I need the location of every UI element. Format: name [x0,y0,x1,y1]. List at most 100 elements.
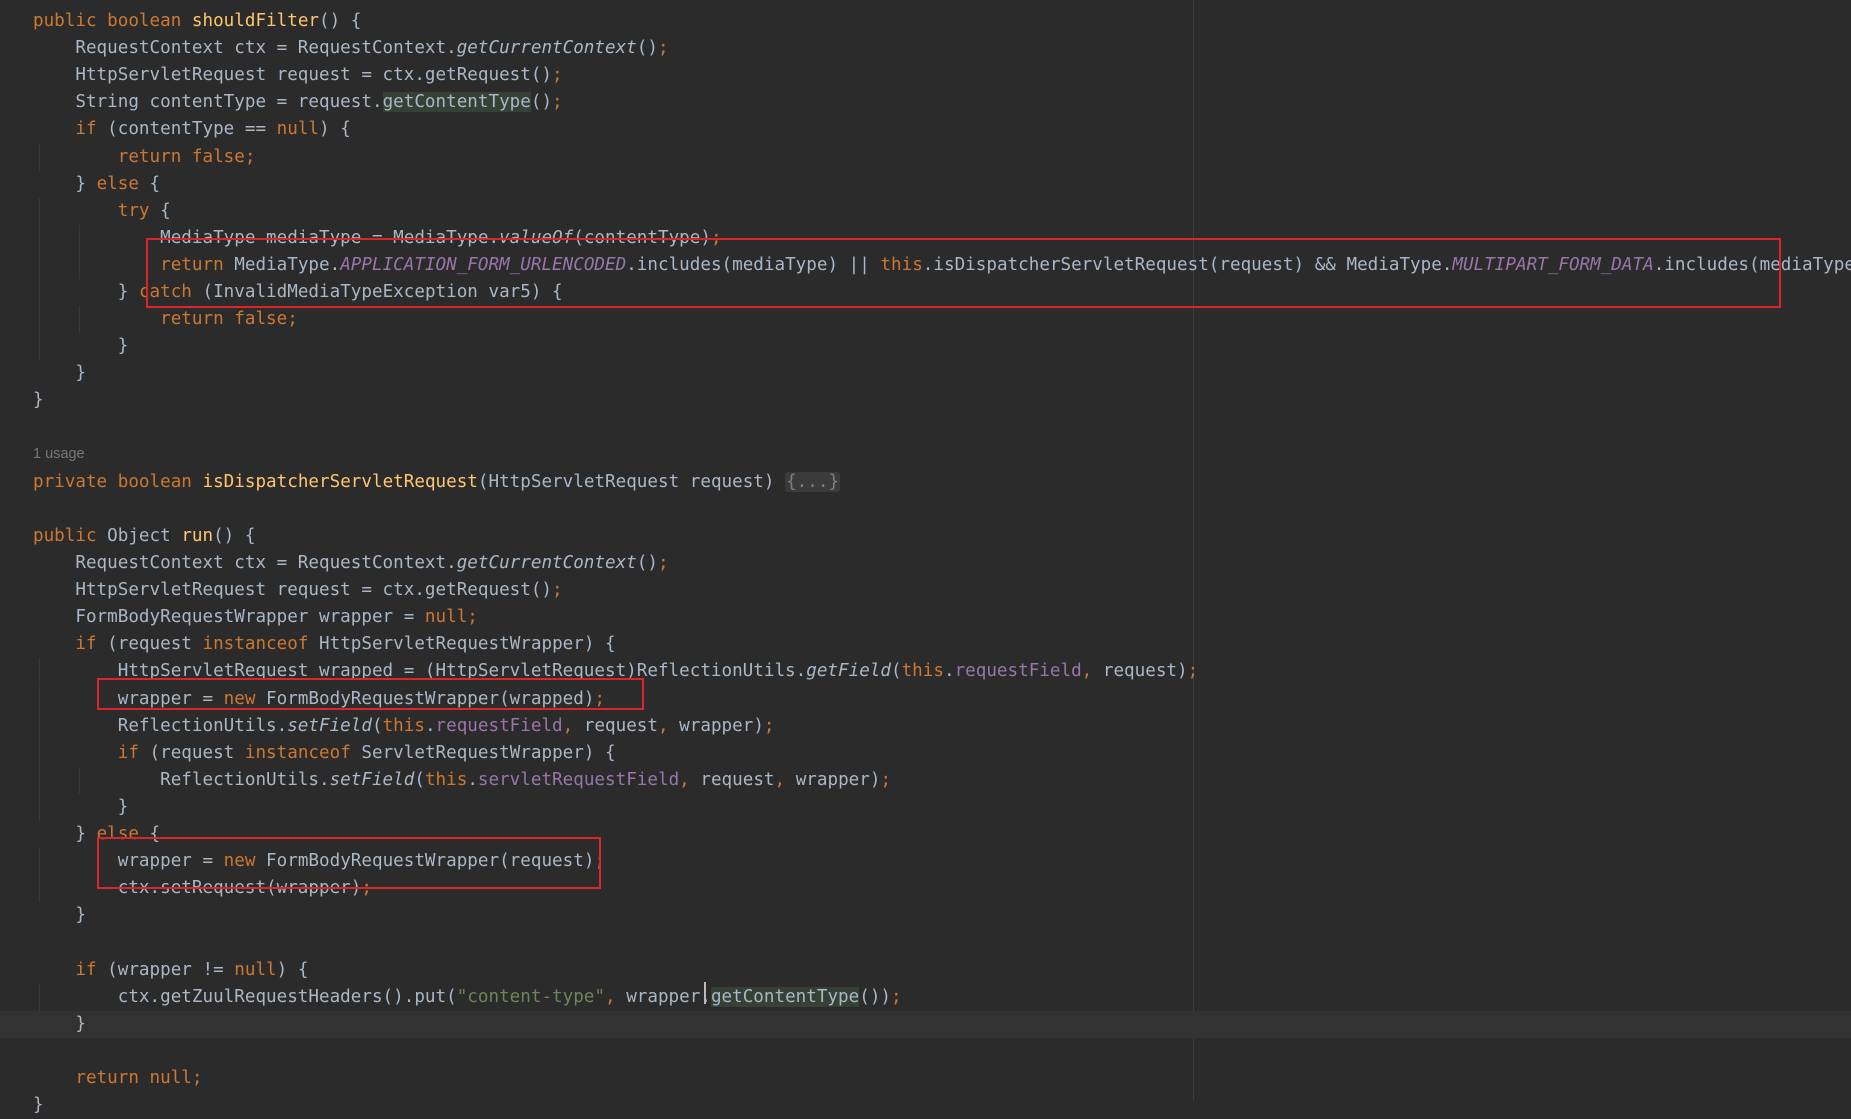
code-token: (request [149,742,245,763]
code-line[interactable]: ctx.getZuulRequestHeaders().put("content… [0,983,1851,1011]
code-text[interactable]: HttpServletRequest request = ctx.getRequ… [33,62,562,89]
code-line[interactable]: return false; [0,306,1851,334]
code-text[interactable]: } [33,387,44,414]
code-line[interactable] [0,496,1851,523]
code-text[interactable]: } catch (InvalidMediaTypeException var5)… [33,279,563,306]
code-text[interactable]: } [33,794,129,821]
code-line[interactable]: if (wrapper != null) { [0,957,1851,984]
code-text[interactable]: ReflectionUtils.setField(this.servletReq… [33,767,891,794]
code-text[interactable]: if (request instanceof HttpServletReques… [33,631,615,658]
code-text[interactable]: } else { [33,171,160,198]
code-text[interactable]: } else { [33,821,160,848]
code-text[interactable]: return false; [33,306,298,333]
code-token: public [33,11,108,31]
code-line[interactable]: String contentType = request.getContentT… [0,89,1851,116]
code-line[interactable]: return null; [0,1065,1851,1092]
code-line[interactable]: ReflectionUtils.setField(this.servletReq… [0,766,1851,794]
code-text[interactable]: if (wrapper != null) { [33,957,308,984]
code-line[interactable]: wrapper = new FormBodyRequestWrapper(wra… [0,685,1851,713]
code-token: null [234,959,277,980]
code-line[interactable]: if (request instanceof HttpServletReques… [0,631,1851,658]
code-line[interactable]: ctx.setRequest(wrapper); [0,875,1851,903]
code-line[interactable]: RequestContext ctx = RequestContext.getC… [0,35,1851,62]
code-text[interactable]: ReflectionUtils.setField(this.requestFie… [33,713,775,740]
code-token: Object [107,525,182,546]
code-token: , [562,715,584,736]
code-line[interactable]: HttpServletRequest request = ctx.getRequ… [0,577,1851,604]
code-line[interactable]: MediaType mediaType = MediaType.valueOf(… [0,224,1851,252]
code-text[interactable]: MediaType mediaType = MediaType.valueOf(… [33,225,721,252]
code-text[interactable]: FormBodyRequestWrapper wrapper = null; [33,604,478,631]
code-text[interactable]: wrapper = new FormBodyRequestWrapper(wra… [33,686,605,713]
code-text[interactable]: } [33,1092,44,1119]
code-token: catch [138,282,203,302]
code-token: APPLICATION_FORM_URLENCODED [340,254,627,275]
code-text[interactable]: private boolean isDispatcherServletReque… [33,469,841,496]
code-text[interactable]: public boolean shouldFilter() { [33,8,361,35]
code-token: getContentType [382,92,531,113]
code-text[interactable]: wrapper = new FormBodyRequestWrapper(req… [33,848,605,875]
code-text[interactable]: RequestContext ctx = RequestContext.getC… [33,550,668,577]
code-line[interactable]: return MediaType.APPLICATION_FORM_URLENC… [0,251,1851,279]
code-line[interactable]: } [0,387,1851,414]
code-token: ; [891,986,902,1007]
code-line[interactable]: if (request instanceof ServletRequestWra… [0,739,1851,767]
code-line[interactable] [0,442,1851,469]
code-text[interactable]: } [33,1011,86,1038]
code-line[interactable]: } else { [0,171,1851,198]
code-line[interactable] [0,415,1851,442]
code-text[interactable]: } [33,333,129,360]
code-token: getCurrentContext [456,553,637,573]
code-line[interactable]: } else { [0,821,1851,848]
code-line[interactable]: public boolean shouldFilter() { [0,8,1851,35]
code-text[interactable]: } [33,902,86,929]
code-line[interactable]: } [0,360,1851,387]
code-line[interactable]: wrapper = new FormBodyRequestWrapper(req… [0,848,1851,876]
code-line[interactable]: public Object run() { [0,523,1851,550]
code-text[interactable]: if (request instanceof ServletRequestWra… [33,740,616,767]
code-token: MULTIPART_FORM_DATA [1452,254,1654,275]
code-line[interactable] [0,929,1851,956]
code-token: wrapper) [795,769,881,790]
code-line[interactable]: RequestContext ctx = RequestContext.getC… [0,550,1851,577]
code-line[interactable]: private boolean isDispatcherServletReque… [0,469,1851,496]
code-text[interactable]: public Object run() { [33,523,255,550]
code-line[interactable]: FormBodyRequestWrapper wrapper = null; [0,604,1851,631]
code-line[interactable]: } [0,793,1851,821]
folded-code-block[interactable]: {...} [785,471,841,492]
code-editor[interactable]: public boolean shouldFilter() { RequestC… [0,0,1851,1115]
code-line[interactable] [0,1038,1851,1065]
code-line[interactable]: try { [0,197,1851,225]
code-line[interactable]: HttpServletRequest wrapped = (HttpServle… [0,658,1851,686]
code-text[interactable]: if (contentType == null) { [33,116,350,143]
code-line[interactable]: } catch (InvalidMediaTypeException var5)… [0,279,1851,306]
code-line[interactable]: if (contentType == null) { [0,116,1851,143]
code-line[interactable]: HttpServletRequest request = ctx.getRequ… [0,62,1851,89]
code-text[interactable]: ctx.getZuulRequestHeaders().put("content… [33,984,902,1011]
code-text[interactable]: HttpServletRequest wrapped = (HttpServle… [33,658,1198,685]
code-line[interactable]: return false; [0,143,1851,171]
code-line[interactable]: ReflectionUtils.setField(this.requestFie… [0,712,1851,740]
code-line[interactable]: } [0,1010,1851,1038]
code-text[interactable]: return false; [33,144,256,171]
code-text[interactable]: return MediaType.APPLICATION_FORM_URLENC… [33,252,1851,279]
code-text[interactable]: ctx.setRequest(wrapper); [33,875,372,902]
code-token: wrapper = [33,688,224,709]
code-token: return false [33,146,245,167]
code-text[interactable]: return null; [33,1065,202,1092]
code-text[interactable]: String contentType = request.getContentT… [33,89,563,116]
code-text[interactable]: } [33,360,86,387]
code-text[interactable]: RequestContext ctx = RequestContext.getC… [33,35,668,62]
code-line[interactable]: } [0,902,1851,929]
code-line[interactable]: } [0,1092,1851,1119]
usage-hint[interactable]: 1 usage [33,443,85,465]
code-line[interactable]: } [0,333,1851,361]
code-token: ()) [859,986,892,1007]
code-token: requestField [954,661,1082,682]
code-token: , [657,715,680,736]
code-text[interactable]: HttpServletRequest request = ctx.getRequ… [33,577,562,604]
code-token: String contentType = request. [33,92,383,113]
code-token: this [424,769,468,790]
code-token: return false [33,309,288,330]
code-text[interactable]: try { [33,198,171,225]
